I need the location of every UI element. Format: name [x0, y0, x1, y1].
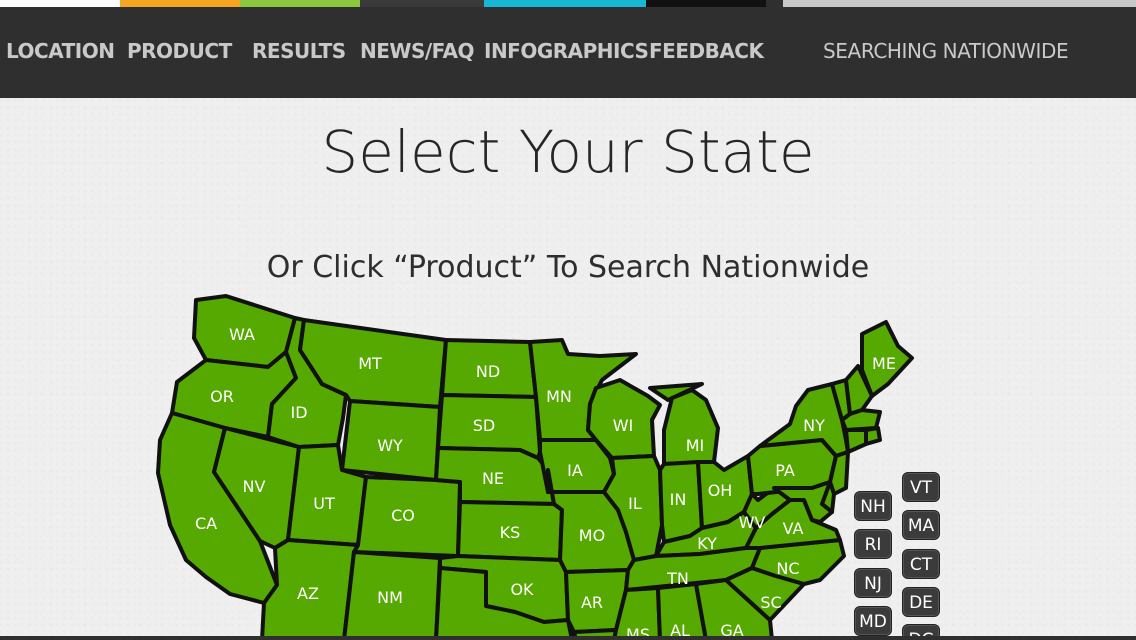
state-az[interactable]: [260, 538, 360, 640]
state-ct[interactable]: [844, 428, 868, 454]
state-nd[interactable]: [440, 338, 538, 399]
small-state-ma[interactable]: MA: [902, 510, 940, 540]
small-state-nh[interactable]: NH: [854, 491, 892, 521]
small-state-de[interactable]: DE: [902, 587, 940, 617]
state-ri[interactable]: [864, 426, 882, 446]
state-me[interactable]: [860, 320, 914, 398]
small-state-nj[interactable]: NJ: [854, 568, 892, 598]
state-wy[interactable]: [340, 399, 442, 482]
us-state-map: WA OR CA NV ID MT WY UT CO AZ NM ND SD N…: [156, 294, 914, 640]
state-co[interactable]: [352, 475, 462, 558]
bottom-edge-bar: [0, 636, 1136, 640]
small-state-ct[interactable]: CT: [902, 549, 940, 579]
state-mi[interactable]: [648, 382, 720, 466]
small-state-md[interactable]: MD: [854, 606, 892, 636]
state-ks[interactable]: [456, 500, 564, 562]
state-nm[interactable]: [342, 550, 442, 640]
small-state-vt[interactable]: VT: [902, 472, 940, 502]
small-state-ri[interactable]: RI: [854, 529, 892, 559]
